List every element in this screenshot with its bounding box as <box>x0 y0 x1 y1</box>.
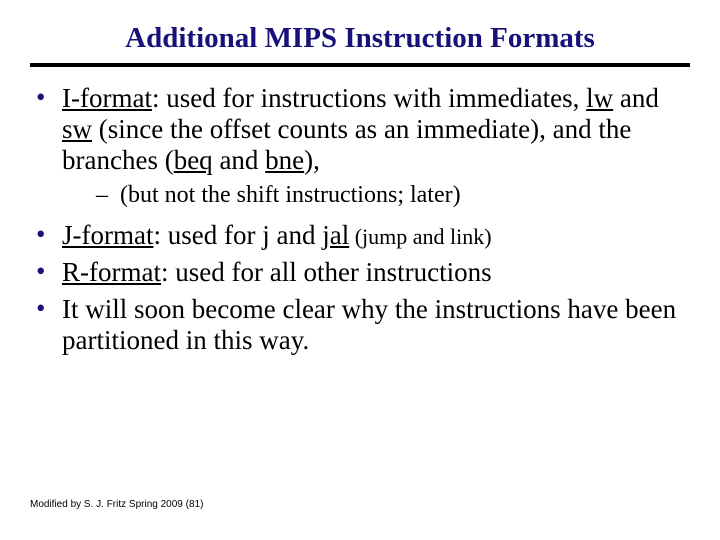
text: : used for all other instructions <box>161 257 492 287</box>
text: (since the offset counts as an immediate… <box>62 114 631 175</box>
j-mnemonic: j <box>262 220 270 250</box>
lw-mnemonic: lw <box>586 83 613 113</box>
jal-mnemonic: jal <box>322 220 349 250</box>
bullet-i-format: I-format: used for instructions with imm… <box>30 83 690 210</box>
bullet-partition-note: It will soon become clear why the instru… <box>30 294 690 356</box>
slide: Additional MIPS Instruction Formats I-fo… <box>0 0 720 540</box>
text: and <box>270 220 322 250</box>
r-format-label: R-format <box>62 257 161 287</box>
text: ), <box>304 145 320 175</box>
bullet-j-format: J-format: used for j and jal (jump and l… <box>30 220 690 251</box>
bullet-r-format: R-format: used for all other instruction… <box>30 257 690 288</box>
j-format-label: J-format <box>62 220 153 250</box>
text: : used for <box>153 220 262 250</box>
slide-body: I-format: used for instructions with imm… <box>30 83 690 356</box>
text: It will soon become clear why the instru… <box>62 294 676 355</box>
jump-and-link-note: (jump and link) <box>349 224 491 249</box>
i-format-label: I-format <box>62 83 152 113</box>
text: and <box>613 83 659 113</box>
bullet-list-level1: I-format: used for instructions with imm… <box>30 83 690 356</box>
beq-mnemonic: beq <box>174 145 213 175</box>
text: : used for instructions with immediates, <box>152 83 586 113</box>
footer-text: Modified by S. J. Fritz Spring 2009 (81) <box>30 499 203 510</box>
bne-mnemonic: bne <box>265 145 304 175</box>
text: ( <box>165 145 174 175</box>
sub-bullet-shift-note: (but not the shift instructions; later) <box>62 182 690 210</box>
sw-mnemonic: sw <box>62 114 92 144</box>
text: and <box>213 145 265 175</box>
bullet-list-level2: (but not the shift instructions; later) <box>62 182 690 210</box>
slide-title: Additional MIPS Instruction Formats <box>30 22 690 55</box>
title-rule <box>30 63 690 67</box>
